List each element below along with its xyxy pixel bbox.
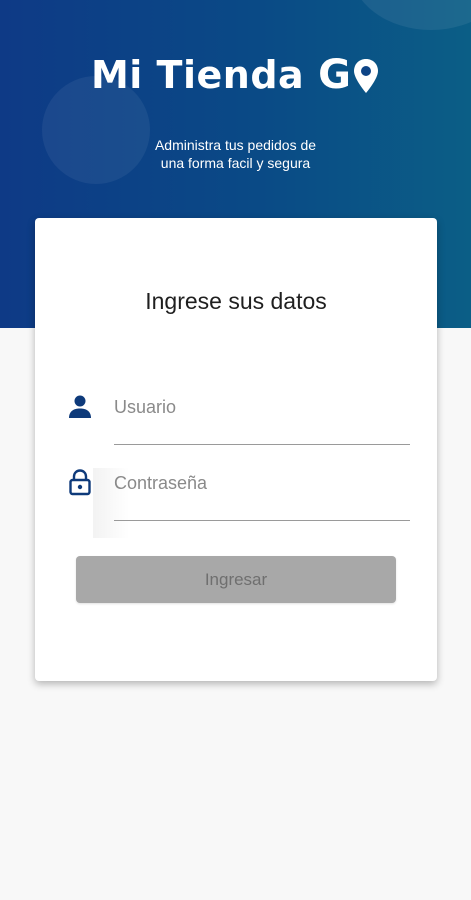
password-underline [114,520,410,521]
tagline-line: una forma facil y segura [160,155,311,171]
decorative-bubble [351,0,471,30]
username-input[interactable] [114,386,410,428]
tagline: Administra tus pedidos de una forma faci… [0,136,471,172]
location-pin-icon [354,59,379,93]
password-input[interactable] [114,462,410,504]
person-icon [69,395,91,418]
login-button[interactable]: Ingresar [76,556,396,603]
app-logo: Mi Tienda G [0,52,471,98]
logo-go: G [318,52,380,98]
username-field [60,386,410,446]
logo-brand-name: Mi Tienda [90,53,305,97]
login-card: Ingrese sus datos Ingresar [35,218,437,681]
tagline-line: Administra tus pedidos de [154,137,317,153]
lock-icon [69,469,91,496]
password-field [60,462,410,522]
logo-go-letter: G [318,52,352,98]
login-title: Ingrese sus datos [145,288,327,314]
username-underline [114,444,410,445]
